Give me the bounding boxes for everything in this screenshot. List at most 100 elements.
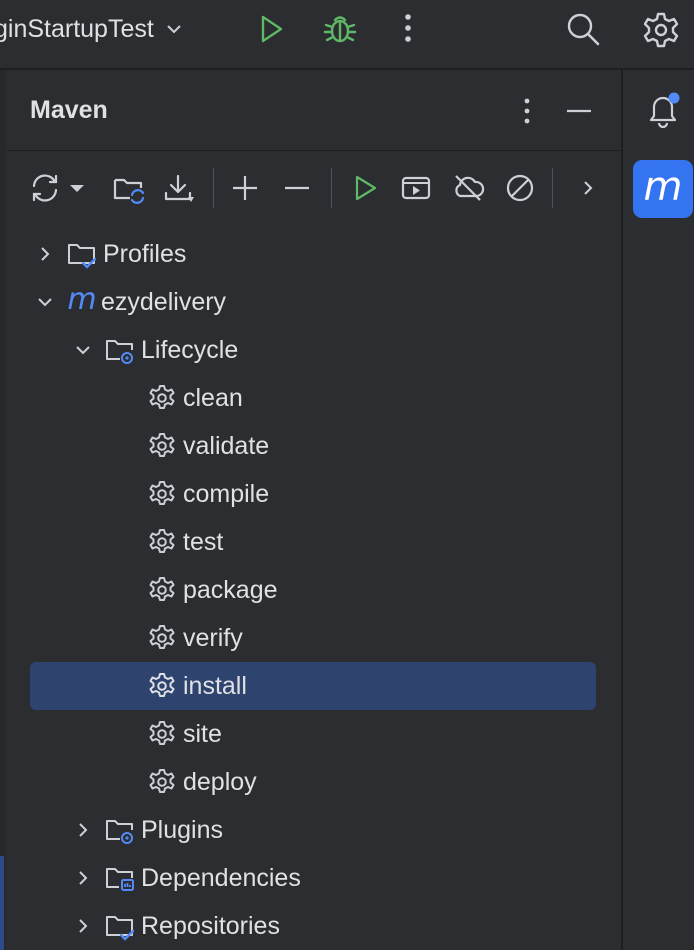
offline-icon bbox=[455, 175, 485, 201]
dependencies-folder-icon bbox=[105, 863, 135, 893]
chevron-down-icon bbox=[167, 25, 181, 34]
repositories-folder-icon bbox=[105, 911, 135, 941]
tree-node-label: Plugins bbox=[141, 815, 223, 844]
lifecycle-folder-icon bbox=[105, 335, 135, 365]
goal-label: deploy bbox=[183, 767, 257, 796]
tree-node-repositories[interactable]: Repositories bbox=[71, 902, 280, 950]
tree-node-label: Repositories bbox=[141, 911, 280, 940]
lifecycle-goal-install[interactable]: install bbox=[147, 662, 247, 710]
chevron-right-icon[interactable] bbox=[71, 818, 95, 842]
settings-icon bbox=[643, 12, 679, 48]
gear-icon bbox=[147, 575, 177, 605]
tree-node-plugins[interactable]: Plugins bbox=[71, 806, 223, 854]
add-maven-project-button[interactable] bbox=[227, 170, 263, 206]
left-tool-stripe bbox=[0, 70, 6, 950]
notifications-button[interactable] bbox=[643, 90, 683, 130]
maven-tool-window-button[interactable]: m bbox=[633, 160, 693, 218]
more-actions-button[interactable] bbox=[396, 12, 420, 46]
minimize-button[interactable] bbox=[565, 97, 593, 125]
search-icon bbox=[567, 13, 600, 46]
reload-dropdown-button[interactable] bbox=[65, 170, 89, 206]
lifecycle-goal-test[interactable]: test bbox=[147, 518, 223, 566]
goal-label: package bbox=[183, 575, 278, 604]
settings-button[interactable] bbox=[641, 10, 681, 50]
tree-node-label: Profiles bbox=[103, 239, 187, 268]
more-vertical-icon bbox=[405, 14, 411, 42]
run-icon bbox=[261, 15, 283, 43]
top-toolbar: ginStartupTest bbox=[0, 0, 694, 68]
toggle-offline-mode-button[interactable] bbox=[450, 170, 486, 206]
gear-icon bbox=[147, 431, 177, 461]
chevron-right-icon[interactable] bbox=[33, 242, 57, 266]
goal-label: verify bbox=[183, 623, 243, 652]
folder-sync-icon bbox=[113, 178, 145, 204]
run-maven-build-button[interactable] bbox=[347, 170, 383, 206]
tree-node-label: Lifecycle bbox=[141, 335, 239, 364]
profiles-folder-icon bbox=[67, 239, 97, 269]
gear-icon bbox=[147, 383, 177, 413]
tree-node-profiles[interactable]: Profiles bbox=[33, 230, 186, 278]
right-tool-stripe: m bbox=[621, 70, 694, 950]
chevron-down-icon[interactable] bbox=[71, 338, 95, 362]
plugins-folder-icon bbox=[105, 815, 135, 845]
gear-icon bbox=[147, 527, 177, 557]
goal-label: install bbox=[183, 671, 247, 700]
minimize-icon bbox=[567, 109, 591, 113]
maven-project-icon: m bbox=[67, 282, 97, 317]
lifecycle-goal-package[interactable]: package bbox=[147, 566, 278, 614]
bell-icon bbox=[649, 92, 680, 129]
tree-selection-highlight bbox=[30, 662, 596, 710]
run-button[interactable] bbox=[254, 12, 288, 46]
toolbar-separator bbox=[331, 168, 332, 208]
skip-tests-icon bbox=[506, 174, 534, 202]
gear-icon bbox=[147, 719, 177, 749]
toolbar-overflow-button[interactable] bbox=[570, 170, 606, 206]
lifecycle-goal-verify[interactable]: verify bbox=[147, 614, 243, 662]
debug-icon bbox=[323, 16, 357, 43]
tree-node-label: ezydelivery bbox=[101, 287, 227, 316]
lifecycle-goal-deploy[interactable]: deploy bbox=[147, 758, 257, 806]
gear-icon bbox=[147, 623, 177, 653]
more-chevron-icon bbox=[584, 181, 593, 195]
chevron-right-icon[interactable] bbox=[71, 866, 95, 890]
maven-logo-icon: m bbox=[643, 164, 683, 210]
tree-node-lifecycle[interactable]: Lifecycle bbox=[71, 326, 238, 374]
goal-label: clean bbox=[183, 383, 243, 412]
more-vertical-icon bbox=[524, 98, 530, 124]
tree-node-dependencies[interactable]: Dependencies bbox=[71, 854, 301, 902]
goal-label: compile bbox=[183, 479, 270, 508]
lifecycle-goal-site[interactable]: site bbox=[147, 710, 222, 758]
run-configuration-label: ginStartupTest bbox=[0, 14, 154, 43]
toolbar-separator bbox=[552, 168, 553, 208]
remove-icon bbox=[285, 186, 309, 190]
search-button[interactable] bbox=[564, 10, 602, 48]
chevron-right-icon[interactable] bbox=[71, 914, 95, 938]
tree-node-label: Dependencies bbox=[141, 863, 301, 892]
add-icon bbox=[233, 176, 257, 200]
reload-projects-button[interactable] bbox=[27, 170, 63, 206]
lifecycle-goal-validate[interactable]: validate bbox=[147, 422, 269, 470]
run-configuration-selector[interactable]: ginStartupTest bbox=[0, 11, 184, 47]
lifecycle-goal-compile[interactable]: compile bbox=[147, 470, 269, 518]
chevron-down-icon[interactable] bbox=[33, 290, 57, 314]
left-stripe-indicator bbox=[0, 856, 4, 950]
download-sources-button[interactable] bbox=[161, 170, 197, 206]
dropdown-arrow-icon bbox=[70, 185, 84, 192]
skip-tests-button[interactable] bbox=[502, 170, 538, 206]
generate-sources-button[interactable] bbox=[111, 170, 147, 206]
run-config-icon bbox=[401, 176, 431, 200]
execute-goal-button[interactable] bbox=[398, 170, 434, 206]
debug-button[interactable] bbox=[322, 11, 358, 47]
header-divider bbox=[7, 150, 621, 151]
gear-icon bbox=[147, 671, 177, 701]
remove-project-button[interactable] bbox=[279, 170, 315, 206]
lifecycle-goal-clean[interactable]: clean bbox=[147, 374, 243, 422]
goal-label: site bbox=[183, 719, 222, 748]
maven-tool-window: Maven Profiles m ezydelivery Lifecycle c… bbox=[7, 70, 621, 950]
goal-label: test bbox=[183, 527, 224, 556]
tool-window-options-button[interactable] bbox=[517, 97, 537, 127]
reload-icon bbox=[32, 174, 58, 202]
download-icon bbox=[164, 174, 194, 202]
tree-node-ezydelivery[interactable]: m ezydelivery bbox=[33, 278, 226, 326]
run-icon bbox=[355, 175, 377, 201]
